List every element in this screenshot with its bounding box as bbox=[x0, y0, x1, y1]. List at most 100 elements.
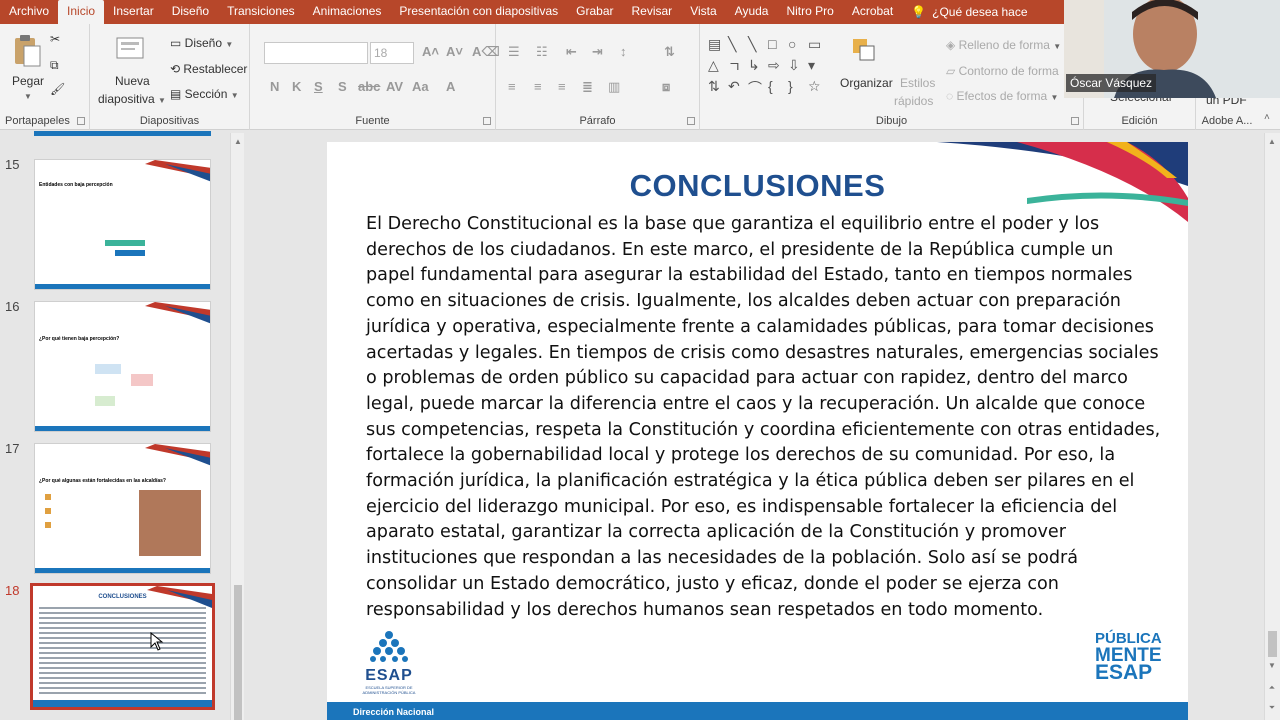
shrink-font-icon[interactable]: A˅ bbox=[446, 44, 463, 59]
connector-shape-icon[interactable]: ↳ bbox=[748, 57, 766, 78]
shape-outline-button[interactable]: ▱ Contorno de forma bbox=[946, 64, 1059, 78]
slide-thumbnail-17[interactable]: ¿Por qué algunas están fortalecidas en l… bbox=[34, 443, 211, 574]
font-color-icon[interactable]: A bbox=[446, 79, 455, 94]
copy-icon[interactable]: ⧉ bbox=[50, 58, 59, 73]
slide-thumbnail-16[interactable]: ¿Por qué tienen baja percepción? bbox=[34, 301, 211, 432]
format-painter-icon[interactable]: 🖌 bbox=[50, 82, 65, 96]
previous-slide-icon[interactable]: ⏶ bbox=[1265, 683, 1279, 693]
font-size-field[interactable]: 18 bbox=[370, 42, 414, 64]
strikethrough-button[interactable]: abc bbox=[358, 79, 380, 94]
tab-animaciones[interactable]: Animaciones bbox=[304, 0, 391, 24]
align-left-icon[interactable]: ≡ bbox=[508, 79, 516, 94]
line-spacing-icon[interactable]: ↕ bbox=[620, 44, 627, 59]
shadow-button[interactable]: S bbox=[338, 79, 347, 94]
thumbnail-scrollbar[interactable]: ▲ bbox=[230, 133, 244, 720]
slide-title[interactable]: CONCLUSIONES bbox=[327, 168, 1188, 204]
right-arrow-shape-icon[interactable]: ⇨ bbox=[768, 57, 786, 78]
cut-icon[interactable]: ✂ bbox=[50, 32, 60, 46]
new-slide-label-2: diapositiva bbox=[98, 92, 155, 106]
tab-insertar[interactable]: Insertar bbox=[104, 0, 163, 24]
columns-icon[interactable]: ▥ bbox=[608, 79, 620, 95]
clipboard-launcher-icon[interactable] bbox=[77, 117, 85, 125]
quick-styles-label-2[interactable]: rápidos bbox=[894, 94, 933, 108]
brace-right-shape-icon[interactable]: } bbox=[788, 78, 806, 99]
layout-button[interactable]: ▭ Diseño ▼ bbox=[170, 36, 233, 50]
paste-chevron-icon[interactable]: ▼ bbox=[24, 88, 32, 102]
star-shape-icon[interactable]: ☆ bbox=[808, 78, 826, 99]
tell-me-search[interactable]: 💡 ¿Qué desea hace bbox=[902, 0, 1036, 24]
tab-diseno[interactable]: Diseño bbox=[163, 0, 218, 24]
reset-button[interactable]: ⟲ Restablecer bbox=[170, 62, 247, 76]
down-arrow-shape-icon[interactable]: ⇩ bbox=[788, 57, 806, 78]
textbox-shape-icon[interactable]: ▤ bbox=[708, 36, 726, 57]
curve-shape-icon[interactable]: ↶ bbox=[728, 78, 746, 99]
arrange-button[interactable]: Organizar bbox=[840, 76, 893, 90]
tab-vista[interactable]: Vista bbox=[681, 0, 725, 24]
slide-scrollbar[interactable]: ▲ ▼ ⏶ ⏷ bbox=[1264, 133, 1280, 720]
tab-inicio[interactable]: Inicio bbox=[58, 0, 105, 24]
slide-scroll-down-icon[interactable]: ▼ bbox=[1265, 661, 1279, 670]
paste-button[interactable]: Pegar bbox=[12, 74, 44, 88]
slide-body-text[interactable]: El Derecho Constitucional es la base que… bbox=[366, 212, 1166, 623]
rectangle-shape-icon[interactable]: □ bbox=[768, 36, 786, 57]
increase-indent-icon[interactable]: ⇥ bbox=[592, 44, 603, 60]
drawing-launcher-icon[interactable] bbox=[1071, 117, 1079, 125]
scroll-thumb[interactable] bbox=[234, 585, 242, 720]
scroll-up-icon[interactable]: ▲ bbox=[231, 137, 245, 146]
bracket-shape-icon[interactable]: ⌒ bbox=[748, 78, 766, 99]
section-button[interactable]: ▤ Sección ▼ bbox=[170, 87, 239, 101]
thumb-text-lines bbox=[33, 604, 212, 697]
tab-grabar[interactable]: Grabar bbox=[567, 0, 622, 24]
oval-shape-icon[interactable]: ○ bbox=[788, 36, 806, 57]
tab-nitro[interactable]: Nitro Pro bbox=[777, 0, 842, 24]
quick-styles-label-1[interactable]: Estilos bbox=[900, 76, 935, 90]
rounded-rect-shape-icon[interactable]: ▭ bbox=[808, 36, 826, 57]
new-slide-icon[interactable] bbox=[115, 34, 145, 68]
paragraph-launcher-icon[interactable] bbox=[687, 117, 695, 125]
font-name-field[interactable] bbox=[264, 42, 368, 64]
tab-revisar[interactable]: Revisar bbox=[623, 0, 682, 24]
shapes-gallery[interactable]: ▤ ╲ ╲ □ ○ ▭ △ ㄱ ↳ ⇨ ⇩ ▾ ⇅ ↶ ⌒{} ☆ bbox=[708, 36, 828, 102]
slide-thumbnail-15[interactable]: Entidades con baja percepción bbox=[34, 159, 211, 290]
smartart-icon[interactable]: ⧈ bbox=[662, 79, 670, 95]
align-right-icon[interactable]: ≡ bbox=[558, 79, 566, 94]
brace-left-shape-icon[interactable]: { bbox=[768, 78, 786, 99]
arrange-icon[interactable] bbox=[850, 36, 880, 70]
align-center-icon[interactable]: ≡ bbox=[534, 79, 542, 94]
new-slide-label-1[interactable]: Nueva bbox=[115, 74, 150, 88]
change-case-icon[interactable]: Aa bbox=[412, 79, 429, 94]
next-slide-icon[interactable]: ⏷ bbox=[1265, 703, 1279, 713]
italic-button[interactable]: K bbox=[292, 79, 301, 94]
reset-label: Restablecer bbox=[183, 62, 248, 76]
tab-ayuda[interactable]: Ayuda bbox=[726, 0, 778, 24]
grow-font-icon[interactable]: A˄ bbox=[422, 44, 439, 59]
elbow-shape-icon[interactable]: ㄱ bbox=[728, 57, 746, 78]
underline-button[interactable]: S bbox=[314, 79, 323, 94]
tab-presentacion[interactable]: Presentación con diapositivas bbox=[390, 0, 567, 24]
text-direction-icon[interactable]: ⇅ bbox=[664, 44, 675, 60]
char-spacing-icon[interactable]: AV bbox=[386, 79, 403, 94]
justify-icon[interactable]: ≣ bbox=[582, 79, 593, 95]
slide-scroll-up-icon[interactable]: ▲ bbox=[1265, 137, 1279, 146]
collapse-ribbon-icon[interactable]: ˄ bbox=[1264, 112, 1270, 123]
group-label-font: Fuente bbox=[355, 115, 390, 127]
tab-acrobat[interactable]: Acrobat bbox=[843, 0, 902, 24]
more-shapes-icon[interactable]: ▾ bbox=[808, 57, 826, 78]
line-shape-icon[interactable]: ╲ bbox=[728, 36, 746, 57]
slide-thumbnail-18-selected[interactable]: CONCLUSIONES bbox=[30, 583, 215, 710]
font-launcher-icon[interactable] bbox=[483, 117, 491, 125]
arrow-line-shape-icon[interactable]: ╲ bbox=[748, 36, 766, 57]
triangle-shape-icon[interactable]: △ bbox=[708, 57, 726, 78]
bold-button[interactable]: N bbox=[270, 79, 279, 94]
tab-transiciones[interactable]: Transiciones bbox=[218, 0, 304, 24]
shape-fill-button[interactable]: ◈ Relleno de forma ▼ bbox=[946, 38, 1061, 52]
shape-effects-button[interactable]: ◌ Efectos de forma ▼ bbox=[946, 89, 1058, 103]
slide-scroll-thumb[interactable] bbox=[1268, 631, 1277, 657]
numbering-icon[interactable]: ☷ bbox=[536, 44, 548, 60]
curve-arrow-shape-icon[interactable]: ⇅ bbox=[708, 78, 726, 99]
paste-icon[interactable] bbox=[12, 34, 42, 68]
decrease-indent-icon[interactable]: ⇤ bbox=[566, 44, 577, 60]
bullets-icon[interactable]: ☰ bbox=[508, 44, 520, 60]
new-slide-button[interactable]: diapositiva ▼ bbox=[98, 92, 166, 106]
tab-archivo[interactable]: Archivo bbox=[0, 0, 58, 24]
